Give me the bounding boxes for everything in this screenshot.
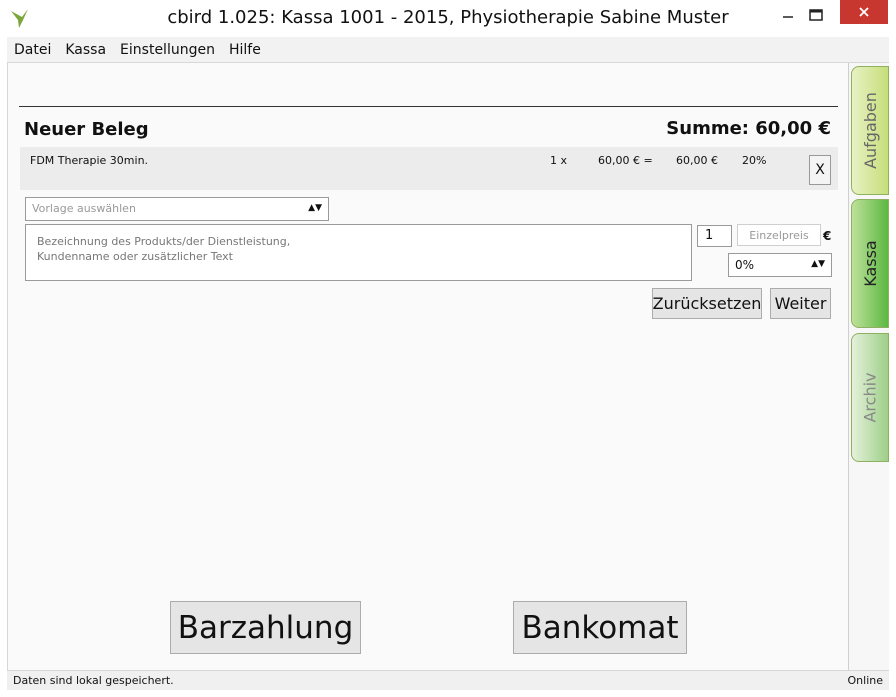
menu-bar: Datei Kassa Einstellungen Hilfe: [7, 37, 889, 63]
tab-aufgaben[interactable]: Aufgaben: [851, 66, 889, 195]
status-message: Daten sind lokal gespeichert.: [13, 674, 174, 687]
tab-aufgaben-label: Aufgaben: [860, 92, 880, 169]
status-bar: Daten sind lokal gespeichert. Online: [7, 670, 889, 690]
menu-kassa[interactable]: Kassa: [58, 42, 113, 58]
description-placeholder-line1: Bezeichnung des Produkts/der Dienstleist…: [37, 235, 291, 248]
tab-archiv-label: Archiv: [860, 372, 880, 423]
select-arrows-icon: ▲▼: [811, 259, 825, 269]
divider: [19, 106, 838, 107]
currency-label: €: [823, 229, 832, 243]
tax-rate-select[interactable]: 0% ▲▼: [728, 253, 832, 277]
tab-kassa-label: Kassa: [860, 240, 880, 287]
template-select[interactable]: Vorlage auswählen ▲▼: [25, 197, 329, 221]
side-tabs: Aufgaben Kassa Archiv: [848, 63, 889, 670]
tab-kassa[interactable]: Kassa: [851, 199, 889, 328]
description-placeholder-line2: Kundenname oder zusätzlicher Text: [37, 250, 233, 263]
item-total: 60,00 €: [676, 154, 718, 167]
main-content: Neuer Beleg Summe: 60,00 € FDM Therapie …: [7, 63, 848, 670]
unit-price-input[interactable]: Einzelpreis: [737, 224, 821, 246]
cash-payment-button[interactable]: Barzahlung: [170, 601, 361, 654]
maximize-button[interactable]: [796, 0, 836, 30]
receipt-item-row: FDM Therapie 30min. 1 x 60,00 € = 60,00 …: [20, 147, 838, 190]
item-unit-price: 60,00 € =: [598, 154, 653, 167]
maximize-icon: [809, 9, 823, 21]
tax-rate-value: 0%: [735, 258, 755, 272]
select-arrows-icon: ▲▼: [308, 203, 322, 213]
reset-button[interactable]: Zurücksetzen: [652, 288, 762, 319]
minimize-icon: [783, 16, 793, 18]
receipt-sum: Summe: 60,00 €: [666, 118, 831, 139]
delete-item-button[interactable]: X: [809, 155, 831, 185]
card-payment-button[interactable]: Bankomat: [513, 601, 687, 654]
item-quantity: 1 x: [550, 154, 568, 167]
menu-datei[interactable]: Datei: [7, 42, 58, 58]
item-tax-rate: 20%: [742, 154, 767, 167]
close-button[interactable]: [840, 0, 888, 24]
title-bar: cbird 1.025: Kassa 1001 - 2015, Physioth…: [0, 0, 896, 37]
item-name: FDM Therapie 30min.: [30, 154, 149, 167]
receipt-title: Neuer Beleg: [24, 119, 149, 140]
menu-einstellungen[interactable]: Einstellungen: [113, 42, 222, 58]
window-title: cbird 1.025: Kassa 1001 - 2015, Physioth…: [167, 7, 729, 28]
menu-hilfe[interactable]: Hilfe: [222, 42, 268, 58]
connection-status: Online: [847, 674, 883, 687]
next-button[interactable]: Weiter: [770, 288, 831, 319]
description-textarea[interactable]: Bezeichnung des Produkts/der Dienstleist…: [25, 224, 692, 281]
close-icon: [859, 7, 869, 17]
quantity-input[interactable]: 1: [697, 225, 732, 247]
tab-archiv[interactable]: Archiv: [851, 333, 889, 462]
template-select-placeholder: Vorlage auswählen: [32, 202, 136, 215]
